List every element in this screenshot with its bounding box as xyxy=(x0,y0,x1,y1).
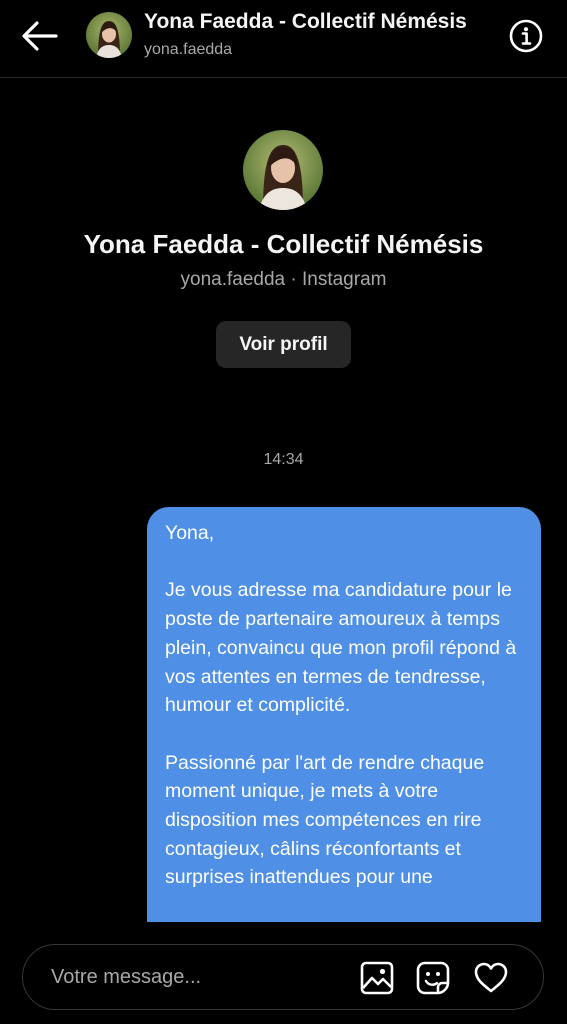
chat-header: Yona Faedda - Collectif Némésis yona.fae… xyxy=(0,0,567,78)
header-title[interactable]: Yona Faedda - Collectif Némésis xyxy=(144,10,467,34)
header-username: yona.faedda xyxy=(144,41,233,58)
avatar-image xyxy=(243,130,323,210)
message-text: Yona, Je vous adresse ma candidature pou… xyxy=(165,522,517,889)
sent-message-bubble[interactable]: Yona, Je vous adresse ma candidature pou… xyxy=(147,507,541,927)
back-button[interactable] xyxy=(18,16,62,56)
message-input[interactable] xyxy=(51,959,351,995)
sticker-button[interactable] xyxy=(415,960,451,996)
avatar-image xyxy=(86,12,132,58)
message-composer xyxy=(22,944,544,1010)
arrow-left-icon xyxy=(22,21,58,51)
like-button[interactable] xyxy=(473,960,509,996)
message-timestamp: 14:34 xyxy=(263,451,304,468)
heart-icon xyxy=(474,962,508,993)
header-avatar[interactable] xyxy=(86,12,132,58)
dm-thread-screen: Yona Faedda - Collectif Némésis yona.fae… xyxy=(0,0,567,1024)
gallery-button[interactable] xyxy=(359,960,395,996)
profile-handle: yona.faedda · Instagram xyxy=(180,269,387,290)
sticker-icon xyxy=(416,961,450,995)
profile-name: Yona Faedda - Collectif Némésis xyxy=(83,229,484,259)
profile-avatar[interactable] xyxy=(243,130,323,210)
info-button[interactable] xyxy=(508,18,544,54)
view-profile-button[interactable]: Voir profil xyxy=(216,321,351,368)
info-icon xyxy=(509,19,543,53)
image-icon xyxy=(360,961,394,995)
